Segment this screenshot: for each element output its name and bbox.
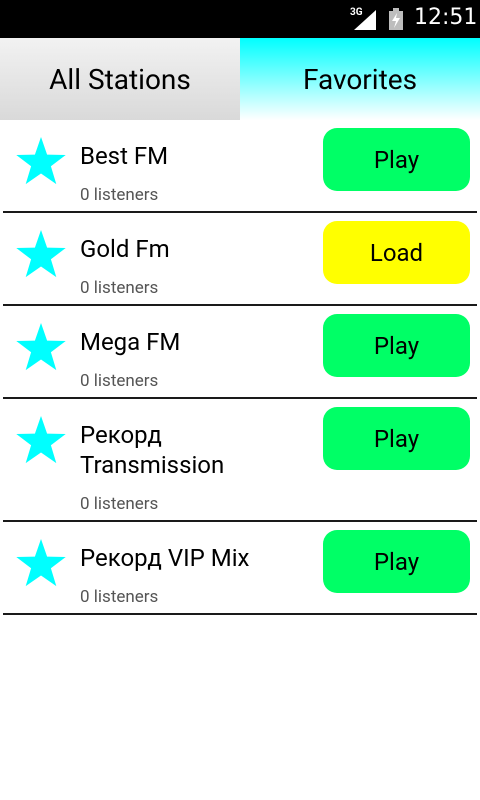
battery-charging-icon — [389, 8, 403, 30]
station-name: Рекорд VIP Mix — [80, 544, 250, 572]
tab-all-stations[interactable]: All Stations — [0, 38, 240, 120]
signal-icon — [354, 10, 376, 30]
listener-count: 0 listeners — [80, 278, 159, 298]
play-button[interactable]: Play — [323, 407, 470, 470]
play-button[interactable]: Play — [323, 530, 470, 593]
station-row: Gold Fm 0 listeners Load — [3, 213, 477, 306]
station-name: Gold Fm — [80, 235, 170, 263]
station-row: Рекорд Transmission 0 listeners Play — [3, 399, 477, 522]
station-row: Mega FM 0 listeners Play — [3, 306, 477, 399]
clock: 12:51 — [414, 5, 478, 30]
station-name: Mega FM — [80, 328, 181, 356]
play-button[interactable]: Play — [323, 128, 470, 191]
tab-bar: All Stations Favorites — [0, 38, 480, 120]
station-row: Best FM 0 listeners Play — [3, 120, 477, 213]
status-bar: 3G 12:51 — [0, 0, 480, 38]
play-button[interactable]: Play — [323, 314, 470, 377]
station-name: Best FM — [80, 142, 169, 170]
favorite-star-icon[interactable] — [15, 539, 67, 589]
tab-all-stations-label: All Stations — [49, 62, 191, 96]
listener-count: 0 listeners — [80, 185, 159, 205]
listener-count: 0 listeners — [80, 494, 159, 514]
station-row: Рекорд VIP Mix 0 listeners Play — [3, 522, 477, 615]
favorite-star-icon[interactable] — [15, 416, 67, 466]
listener-count: 0 listeners — [80, 371, 159, 391]
favorite-star-icon[interactable] — [15, 323, 67, 373]
load-button[interactable]: Load — [323, 221, 470, 284]
station-name: Рекорд Transmission — [80, 421, 225, 479]
tab-favorites-label: Favorites — [302, 62, 418, 96]
favorite-star-icon[interactable] — [15, 230, 67, 280]
listener-count: 0 listeners — [80, 587, 159, 607]
favorite-star-icon[interactable] — [15, 137, 67, 187]
tab-favorites[interactable]: Favorites — [240, 38, 480, 120]
